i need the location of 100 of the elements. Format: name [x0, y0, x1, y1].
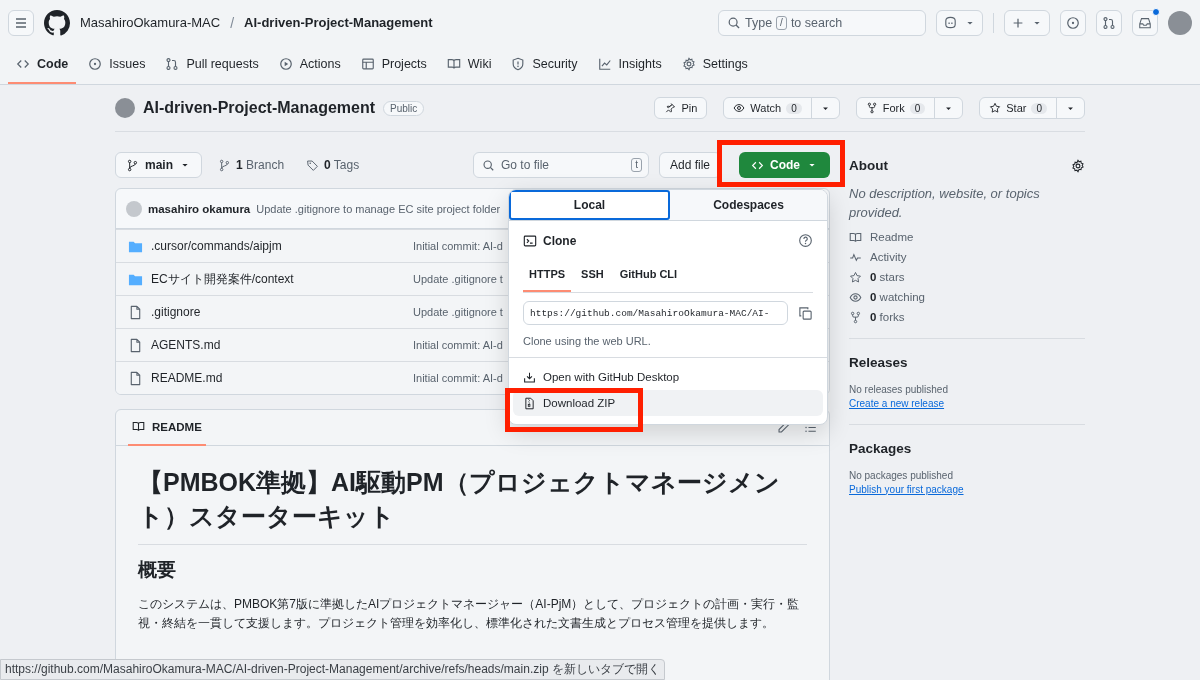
fork-button[interactable]: Fork 0 [855, 97, 964, 119]
pull-request-icon [165, 56, 180, 71]
copilot-button[interactable] [936, 9, 983, 36]
circle-dot-icon [88, 56, 103, 71]
file-name[interactable]: README.md [151, 371, 223, 385]
owner-link[interactable]: MasahiroOkamura-MAC [80, 15, 221, 30]
settings-icon[interactable] [1071, 158, 1085, 173]
about-link[interactable]: 0 stars [849, 270, 1085, 284]
graph-icon [597, 56, 612, 71]
book-icon [132, 420, 145, 433]
about-heading: About [849, 158, 888, 173]
star-icon [849, 270, 862, 284]
nav-tab[interactable]: Actions [270, 45, 349, 84]
dropdown-tab[interactable]: Local [509, 190, 670, 220]
menu-button[interactable] [8, 9, 34, 36]
download-tray-icon [523, 370, 536, 384]
clone-title: Clone [543, 233, 577, 248]
pin-button[interactable]: Pin [654, 97, 708, 119]
code-button[interactable]: Code [739, 152, 830, 178]
eye-icon [849, 290, 862, 304]
nav-tab[interactable]: Issues [80, 45, 154, 84]
about-link[interactable]: 0 watching [849, 290, 1085, 304]
shield-icon [511, 56, 526, 71]
menu-item[interactable]: Download ZIP [513, 390, 823, 416]
pull-requests-button[interactable] [1096, 9, 1122, 36]
branch-selector[interactable]: main [115, 152, 202, 178]
create-release-link[interactable]: Create a new release [849, 397, 945, 409]
branch-icon [126, 158, 139, 172]
commit-message[interactable]: Initial commit: AI-d [413, 240, 503, 252]
avatar[interactable] [1168, 10, 1192, 35]
watch-button[interactable]: Watch 0 [723, 97, 840, 119]
file-name[interactable]: AGENTS.md [151, 338, 221, 352]
visibility-label: Public [383, 100, 425, 116]
path-separator: / [230, 14, 235, 31]
section-heading: 概要 [138, 557, 177, 582]
book-icon [849, 230, 862, 244]
pull-request-icon [1102, 15, 1116, 30]
commit-message[interactable]: Update .gitignore to manage EC site project folder [256, 202, 501, 215]
protocol-tab[interactable]: HTTPS [523, 262, 572, 292]
branches-link[interactable]: 1 Branch [212, 157, 291, 173]
menu-item[interactable]: Open with GitHub Desktop [513, 364, 823, 390]
commit-author[interactable]: masahiro okamura [148, 202, 251, 215]
tags-link[interactable]: 0 Tags [300, 157, 366, 173]
releases-note: No releases published [849, 383, 949, 395]
circle-dot-icon [1066, 15, 1080, 30]
publish-package-link[interactable]: Publish your first package [849, 483, 964, 495]
nav-tab[interactable]: Security [503, 45, 586, 84]
nav-tab[interactable]: Pull requests [157, 45, 267, 84]
file-name[interactable]: .gitignore [151, 305, 201, 319]
commit-message[interactable]: Initial commit: AI-d [413, 339, 503, 351]
about-link[interactable]: Activity [849, 250, 1085, 264]
search-icon [481, 158, 495, 172]
about-link[interactable]: 0 forks [849, 310, 1085, 324]
zip-file-icon [523, 396, 536, 410]
dropdown-tab[interactable]: Codespaces [670, 190, 827, 220]
go-to-file-field[interactable]: Go to file t [472, 152, 649, 178]
file-icon [128, 370, 143, 386]
file-icon [128, 304, 143, 320]
releases-heading: Releases [849, 354, 908, 370]
nav-tab[interactable]: Code [8, 45, 77, 84]
settings-icon [681, 56, 696, 71]
search-field[interactable]: Type / to search [718, 9, 926, 36]
repo-link[interactable]: AI-driven-Project-Management [244, 15, 433, 30]
octocat-logo-icon[interactable] [44, 9, 70, 36]
link-status-bar: https://github.com/MasahiroOkamura-MAC/AI-driven-Project-Management/archive/refs/heads/main.zip を新しいタブで開く [0, 659, 665, 680]
packages-heading: Packages [849, 440, 912, 456]
readme-paragraph: このシステムは、PMBOK第7版に準拠したAIプロジェクトマネージャー（AI-PjM）として、プロジェクトの計画・実行・監視・終結を一貫して支援します。プロジェクト管理を効率化し、標準化された文書生成とプロセス管理を提供します。 [138, 595, 801, 632]
fork-icon [865, 102, 878, 114]
owner-avatar [115, 98, 135, 118]
commit-message[interactable]: Initial commit: AI-d [413, 372, 503, 384]
file-icon [128, 337, 143, 353]
tag-icon [306, 158, 320, 172]
repo-title[interactable]: AI-driven-Project-Management [143, 99, 376, 117]
inbox-icon [1138, 15, 1152, 30]
clone-url-field[interactable]: https://github.com/MasahiroOkamura-MAC/AI- [523, 301, 788, 325]
clone-hint: Clone using the web URL. [523, 335, 652, 347]
search-icon [727, 15, 741, 30]
readme-tab[interactable]: README [128, 409, 206, 446]
about-description: No description, website, or topics provided. [849, 185, 1041, 222]
play-icon [278, 56, 293, 71]
about-link[interactable]: Readme [849, 230, 1085, 244]
commit-message[interactable]: Update .gitignore t [413, 306, 503, 318]
eye-icon [733, 102, 746, 114]
file-name[interactable]: ECサイト開発案件/context [151, 270, 294, 288]
star-icon [989, 102, 1002, 114]
protocol-tab[interactable]: GitHub CLI [613, 262, 684, 292]
inbox-button[interactable] [1132, 9, 1158, 36]
commit-message[interactable]: Update .gitignore t [413, 273, 503, 285]
protocol-tab[interactable]: SSH [575, 262, 610, 292]
file-name[interactable]: .cursor/commands/aipjm [151, 239, 282, 253]
nav-tab[interactable]: Insights [589, 45, 670, 84]
star-button[interactable]: Star 0 [979, 97, 1085, 119]
nav-tab[interactable]: Settings [673, 45, 756, 84]
copy-icon[interactable] [798, 305, 813, 321]
nav-tab[interactable]: Wiki [438, 45, 500, 84]
nav-tab[interactable]: Projects [352, 45, 435, 84]
issues-button[interactable] [1060, 9, 1086, 36]
book-icon [446, 56, 461, 71]
help-icon[interactable] [798, 233, 813, 248]
fork-icon [849, 310, 862, 324]
